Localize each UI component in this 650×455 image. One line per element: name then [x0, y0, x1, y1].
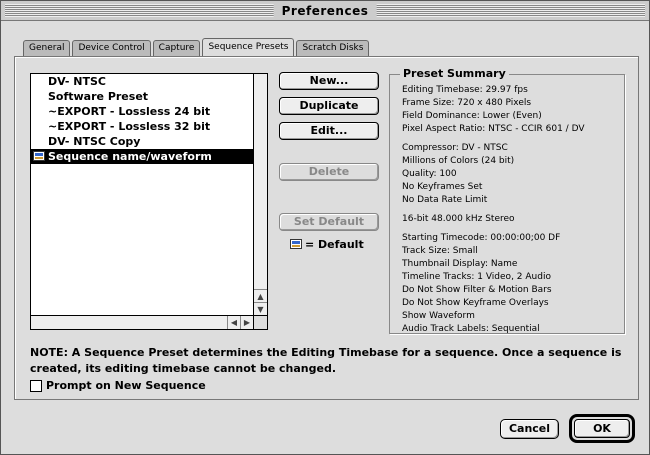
summary-line: Frame Size: 720 x 480 Pixels — [402, 98, 532, 108]
preset-item-dv-ntsc[interactable]: DV- NTSC — [31, 74, 253, 89]
timebase-note: NOTE: A Sequence Preset determines the E… — [30, 346, 622, 375]
preferences-window: Preferences General Device Control Captu… — [0, 0, 650, 455]
duplicate-button[interactable]: Duplicate — [279, 97, 379, 115]
edit-button[interactable]: Edit... — [279, 122, 379, 140]
default-legend-label: = Default — [305, 238, 364, 251]
preset-summary-title: Preset Summary — [400, 67, 509, 81]
tab-general[interactable]: General — [23, 40, 71, 56]
preset-summary-lines: Editing Timebase: 29.97 fps Frame Size: … — [402, 84, 620, 336]
scroll-down-arrow-icon[interactable]: ▼ — [254, 302, 267, 315]
scroll-up-arrow-icon[interactable]: ▲ — [254, 289, 267, 302]
tab-scratch-disks[interactable]: Scratch Disks — [296, 40, 370, 56]
scrollbar-corner — [253, 315, 267, 329]
sequence-presets-panel: DV- NTSC Software Preset ~EXPORT - Lossl… — [14, 56, 639, 400]
summary-line: Millions of Colors (24 bit) — [402, 156, 515, 166]
summary-line: Audio Track Labels: Sequential — [402, 324, 540, 334]
preset-list[interactable]: DV- NTSC Software Preset ~EXPORT - Lossl… — [30, 73, 268, 330]
ok-default-ring: OK — [569, 414, 635, 443]
tab-bar: General Device Control Capture Sequence … — [23, 38, 371, 56]
horizontal-scrollbar[interactable]: ◀ ▶ — [31, 315, 253, 329]
summary-line: Pixel Aspect Ratio: NTSC - CCIR 601 / DV — [402, 124, 585, 134]
title-bar[interactable]: Preferences — [1, 1, 649, 21]
summary-line: Do Not Show Keyframe Overlays — [402, 298, 549, 308]
scroll-right-arrow-icon[interactable]: ▶ — [240, 316, 253, 329]
default-legend: = Default — [290, 238, 364, 252]
set-default-button[interactable]: Set Default — [279, 213, 379, 231]
new-button[interactable]: New... — [279, 72, 379, 90]
tab-capture[interactable]: Capture — [152, 40, 201, 56]
summary-line: Do Not Show Filter & Motion Bars — [402, 285, 552, 295]
cancel-button[interactable]: Cancel — [500, 419, 559, 439]
list-item-label: Software Preset — [48, 90, 149, 103]
delete-button[interactable]: Delete — [279, 163, 379, 181]
summary-line: Editing Timebase: 29.97 fps — [402, 85, 528, 95]
summary-line: Compressor: DV - NTSC — [402, 143, 508, 153]
preset-item-software-preset[interactable]: Software Preset — [31, 89, 253, 104]
list-item-label: DV- NTSC — [48, 75, 106, 88]
summary-line: Track Size: Small — [402, 246, 478, 256]
window-title: Preferences — [273, 3, 377, 19]
summary-line: Field Dominance: Lower (Even) — [402, 111, 542, 121]
preset-summary-group: Preset Summary Editing Timebase: 29.97 f… — [389, 67, 625, 336]
summary-line: Timeline Tracks: 1 Video, 2 Audio — [402, 272, 551, 282]
summary-line: Starting Timecode: 00:00:00;00 DF — [402, 233, 561, 243]
list-item-label: DV- NTSC Copy — [48, 135, 141, 148]
vertical-scrollbar[interactable]: ▲ ▼ — [253, 74, 267, 315]
default-preset-icon — [290, 239, 302, 249]
prompt-checkbox[interactable] — [30, 380, 42, 392]
tab-device-control[interactable]: Device Control — [72, 40, 151, 56]
summary-line: Thumbnail Display: Name — [402, 259, 518, 269]
summary-line: 16-bit 48.000 kHz Stereo — [402, 214, 515, 224]
preset-item-export-24[interactable]: ~EXPORT - Lossless 24 bit — [31, 104, 253, 119]
prompt-on-new-sequence[interactable]: Prompt on New Sequence — [30, 379, 206, 393]
list-item-label: Sequence name/waveform — [48, 150, 212, 163]
default-preset-icon — [33, 151, 45, 161]
ok-button[interactable]: OK — [574, 419, 630, 438]
preset-list-items: DV- NTSC Software Preset ~EXPORT - Lossl… — [31, 74, 253, 315]
list-item-label: ~EXPORT - Lossless 32 bit — [48, 120, 211, 133]
preset-item-dv-ntsc-copy[interactable]: DV- NTSC Copy — [31, 134, 253, 149]
tab-sequence-presets[interactable]: Sequence Presets — [202, 38, 295, 56]
summary-line: Quality: 100 — [402, 169, 457, 179]
preset-item-sequence-waveform[interactable]: Sequence name/waveform — [31, 149, 253, 164]
preset-item-export-32[interactable]: ~EXPORT - Lossless 32 bit — [31, 119, 253, 134]
summary-line: Show Waveform — [402, 311, 475, 321]
summary-line: No Keyframes Set — [402, 182, 483, 192]
list-item-label: ~EXPORT - Lossless 24 bit — [48, 105, 211, 118]
scroll-left-arrow-icon[interactable]: ◀ — [227, 316, 240, 329]
prompt-checkbox-label: Prompt on New Sequence — [46, 379, 206, 392]
summary-line: No Data Rate Limit — [402, 195, 488, 205]
